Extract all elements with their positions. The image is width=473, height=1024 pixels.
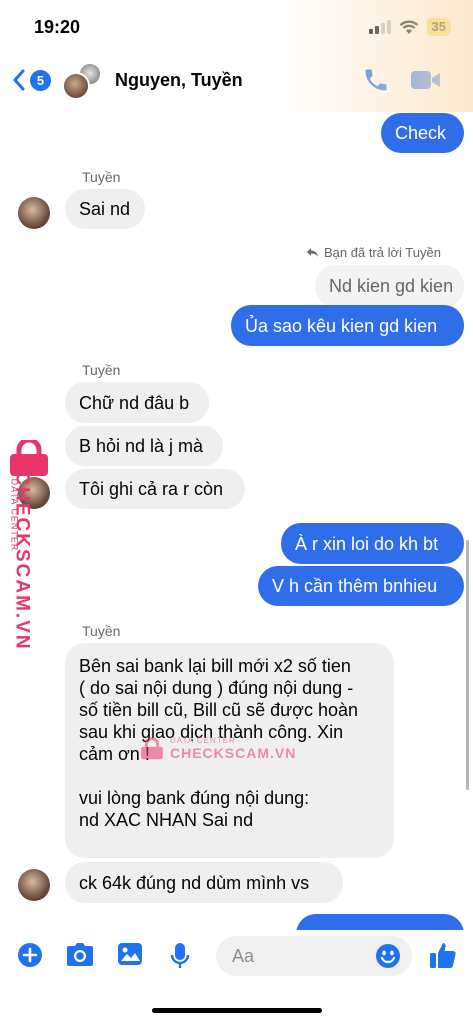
message-bubble[interactable]: B hỏi nd là j mà [65, 426, 223, 466]
reply-icon [307, 248, 318, 257]
sender-name: Tuyền [82, 362, 121, 378]
status-icons: 35 [368, 18, 451, 36]
message-bubble[interactable]: Check [381, 113, 464, 153]
phone-icon[interactable] [362, 66, 390, 94]
message-bubble[interactable]: Sai nd [65, 189, 145, 229]
photo-icon[interactable] [117, 942, 143, 966]
chat-header: 5 Nguyen, Tuyền [0, 54, 473, 106]
watermark-brand: CHECKSCAM.VN [11, 471, 33, 651]
reply-quote[interactable]: Nd kien gd kien [315, 265, 464, 307]
watermark-side: DATA CENTER CHECKSCAM.VN [4, 440, 50, 651]
plus-icon[interactable] [17, 942, 43, 968]
watermark-center: DATA CENTER CHECKSCAM.VN [140, 736, 296, 761]
group-avatar[interactable] [62, 62, 104, 104]
watermark-tagline: DATA CENTER [170, 736, 236, 745]
microphone-icon[interactable] [170, 942, 190, 970]
message-bubble[interactable]: V h cần thêm bnhieu [258, 566, 464, 606]
unread-badge: 5 [30, 69, 51, 91]
avatar[interactable] [18, 197, 50, 229]
avatar[interactable] [18, 869, 50, 901]
message-bubble[interactable]: À r xin loi do kh bt [281, 523, 464, 564]
chat-title[interactable]: Nguyen, Tuyền [115, 70, 243, 91]
battery-indicator: 35 [426, 18, 451, 36]
message-bubble[interactable]: Tôi ghi cả ra r còn [65, 469, 245, 509]
camera-icon[interactable] [66, 942, 94, 968]
composer-bar [0, 930, 473, 986]
message-line: nd XAC NHAN Sai nd [79, 810, 254, 830]
message-line: Bên sai bank lại bill mới x2 số tien [79, 656, 351, 676]
message-line: ( do sai nội dung ) đúng nội dung - [79, 678, 354, 698]
status-time: 19:20 [34, 17, 81, 37]
thumbs-up-icon[interactable] [428, 940, 458, 970]
scrollbar[interactable] [466, 540, 469, 790]
chevron-left-icon [13, 69, 25, 91]
sender-name: Tuyền [82, 623, 121, 639]
wifi-icon [399, 20, 418, 34]
emoji-icon[interactable] [375, 943, 401, 969]
message-line [79, 765, 380, 787]
back-button[interactable]: 5 [12, 68, 51, 92]
message-line: vui lòng bank đúng nội dung: [79, 788, 310, 808]
message-bubble[interactable]: ck 64k đúng nd dùm mình vs [65, 862, 343, 903]
message-bubble[interactable]: Ủa sao kêu kien gd kien [231, 305, 464, 346]
watermark-brand: CHECKSCAM.VN [170, 745, 297, 761]
video-camera-icon[interactable] [410, 68, 442, 92]
lock-icon [141, 736, 163, 759]
sender-name: Tuyền [82, 169, 121, 185]
signal-icon [368, 20, 391, 34]
home-indicator [152, 1008, 322, 1013]
message-line: số tiền bill cũ, Bill cũ sẽ được hoàn [79, 700, 358, 720]
reply-note-text: Bạn đã trả lời Tuyền [324, 245, 441, 260]
message-bubble[interactable]: Chữ nd đâu b [65, 382, 209, 423]
reply-note: Bạn đã trả lời Tuyền [306, 245, 441, 260]
status-bar: 19:20 35 [0, 0, 473, 54]
avatar [62, 72, 90, 100]
